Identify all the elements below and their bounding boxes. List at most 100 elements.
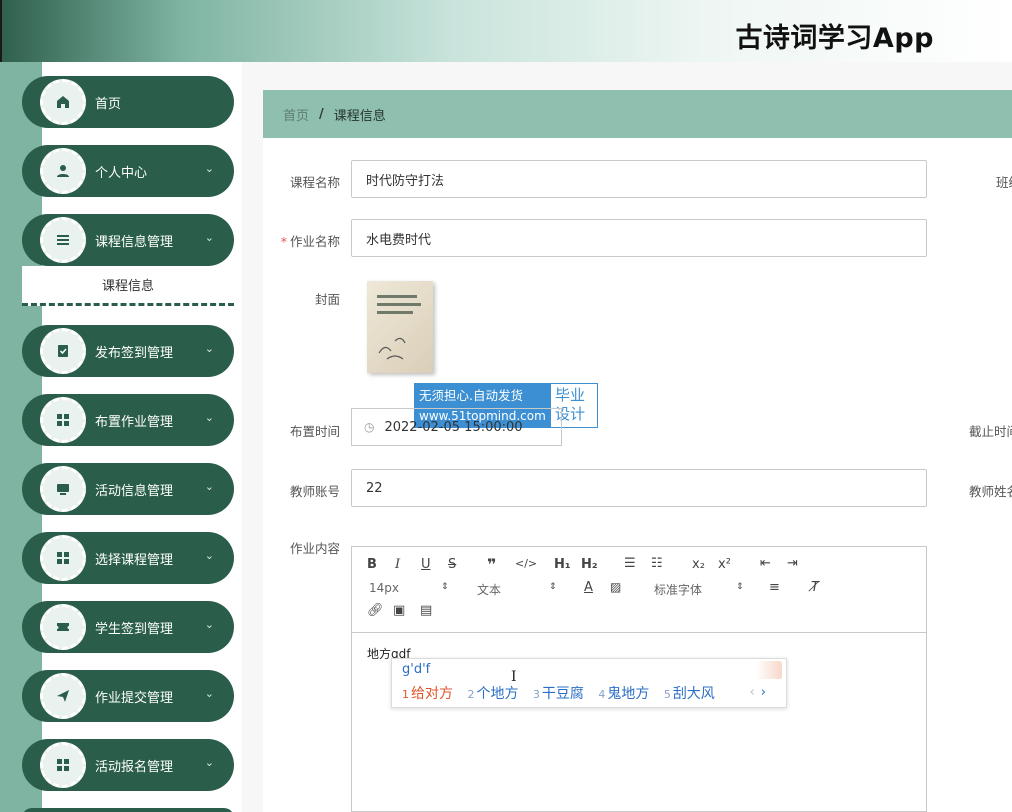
strikethrough-icon[interactable]: S — [448, 557, 456, 572]
bold-icon[interactable]: B — [367, 557, 377, 572]
teacher-account-field[interactable]: 22 — [351, 469, 927, 507]
breadcrumb: 首页 / 课程信息 — [263, 90, 1012, 138]
sidebar-item-home[interactable]: 首页 — [22, 76, 234, 128]
assign-time-label: 布置时间 — [289, 424, 340, 439]
cover-image[interactable] — [367, 281, 433, 373]
cover-illustration — [378, 337, 406, 360]
chevron-down-icon: ⌄ — [204, 618, 214, 631]
blockquote-icon[interactable]: ❞ — [487, 555, 496, 574]
align-icon[interactable]: ≡ — [769, 580, 780, 595]
chevron-down-icon: ⌄ — [204, 411, 214, 424]
sidebar-item-partial[interactable] — [22, 808, 234, 812]
homework-name-label: * 作业名称 — [280, 234, 340, 249]
cover-label: 封面 — [314, 292, 340, 307]
ticket-icon — [40, 604, 86, 650]
course-name-field[interactable]: 时代防守打法 — [351, 160, 927, 198]
class-label: 班级 — [996, 175, 1012, 190]
clipboard-check-icon — [40, 328, 86, 374]
send-icon — [40, 673, 86, 719]
font-size-select[interactable]: 14px ⇕ — [369, 581, 449, 595]
user-icon — [40, 148, 86, 194]
underline-icon[interactable]: U — [421, 557, 431, 572]
breadcrumb-home[interactable]: 首页 — [283, 105, 309, 124]
heading1-icon[interactable]: H₁ — [554, 557, 571, 572]
assign-time-picker[interactable]: ◷ 2022-02-05 15:00:00 — [351, 408, 562, 446]
homework-content-label: 作业内容 — [289, 541, 340, 556]
block-type-select[interactable]: 文本 ⇕ — [477, 581, 557, 598]
editor-toolbar: B I U S ❞ </> H₁ H₂ ☰ ☷ x₂ x² ⇤ ⇥ 14px ⇕… — [352, 547, 926, 633]
sidebar-item-activity-info[interactable]: 活动信息管理 ⌄ — [22, 463, 234, 515]
subscript-icon[interactable]: x₂ — [692, 557, 705, 572]
ime-logo-icon — [756, 661, 782, 679]
heading2-icon[interactable]: H₂ — [581, 557, 598, 572]
chevron-down-icon: ⌄ — [204, 480, 214, 493]
chevron-down-icon: ⌄ — [204, 549, 214, 562]
sidebar-item-personal-center[interactable]: 个人中心 ⌄ — [22, 145, 234, 197]
select-arrows-icon: ⇕ — [441, 582, 449, 592]
background-color-icon[interactable]: ▨ — [610, 580, 621, 594]
breadcrumb-current: 课程信息 — [333, 108, 386, 124]
sidebar-item-homework-assign[interactable]: 布置作业管理 ⌄ — [22, 394, 234, 446]
text-cursor-icon: I — [511, 669, 517, 685]
outdent-icon[interactable]: ⇤ — [760, 556, 771, 571]
sidebar-item-label: 学生签到管理 — [95, 622, 174, 637]
sidebar-item-homework-submit[interactable]: 作业提交管理 ⌄ — [22, 670, 234, 722]
teacher-name-label: 教师姓名 — [969, 484, 1012, 499]
sidebar-item-signin-publish[interactable]: 发布签到管理 ⌄ — [22, 325, 234, 377]
select-arrows-icon: ⇕ — [549, 582, 557, 592]
indent-icon[interactable]: ⇥ — [787, 556, 798, 571]
ime-candidate-window[interactable]: g'd'f 1 给对方 2 个地方 3 干豆腐 4 鬼地方 5 刮大风 ‹ › — [391, 658, 787, 708]
superscript-icon[interactable]: x² — [718, 557, 731, 572]
link-icon[interactable]: 🔗︎ — [367, 603, 384, 618]
block-type-value: 文本 — [477, 583, 502, 597]
italic-icon[interactable]: I — [395, 557, 400, 572]
clear-format-icon[interactable]: T̸ — [811, 580, 819, 595]
bullet-list-icon[interactable]: ☷ — [651, 556, 663, 571]
sidebar-item-label: 个人中心 — [95, 166, 148, 181]
ime-pinyin: g'd'f — [402, 662, 431, 677]
grid-icon — [40, 742, 86, 788]
monitor-icon — [40, 466, 86, 512]
sidebar-item-label: 发布签到管理 — [95, 346, 174, 361]
sidebar-item-label: 首页 — [95, 97, 122, 112]
ime-page-nav: ‹ › — [750, 685, 766, 700]
video-icon[interactable]: ▤ — [420, 603, 432, 618]
course-name-label: 课程名称 — [289, 175, 340, 190]
app-title: 古诗词学习App — [735, 23, 934, 54]
sidebar-item-course-select[interactable]: 选择课程管理 ⌄ — [22, 532, 234, 584]
ordered-list-icon[interactable]: ☰ — [624, 556, 636, 571]
homework-name-field[interactable]: 水电费时代 — [351, 219, 927, 257]
font-family-value: 标准字体 — [654, 583, 703, 597]
image-icon[interactable]: ▣ — [393, 603, 405, 618]
sidebar-item-course-info-manage[interactable]: 课程信息管理 ⌄ — [22, 214, 234, 266]
sidebar-item-label: 作业提交管理 — [95, 691, 174, 706]
ime-candidates: 1 给对方 2 个地方 3 干豆腐 4 鬼地方 5 刮大风 — [402, 683, 725, 703]
ime-candidate[interactable]: 4 鬼地方 — [598, 686, 649, 702]
sidebar-item-label: 布置作业管理 — [95, 415, 174, 430]
sidebar-item-label: 选择课程管理 — [95, 553, 174, 568]
font-size-value: 14px — [369, 581, 399, 595]
cover-title-line — [377, 303, 421, 306]
chevron-down-icon: ⌄ — [204, 342, 214, 355]
ime-candidate[interactable]: 2 个地方 — [467, 686, 518, 702]
font-family-select[interactable]: 标准字体 ⇕ — [654, 581, 746, 598]
font-color-icon[interactable]: A — [584, 580, 593, 595]
sidebar-item-activity-signup[interactable]: 活动报名管理 ⌄ — [22, 739, 234, 791]
chevron-down-icon: ⌄ — [204, 687, 214, 700]
watermark-right1: 毕业 — [555, 386, 586, 404]
sidebar-item-label: 课程信息管理 — [95, 235, 174, 250]
sidebar-item-student-signin[interactable]: 学生签到管理 ⌄ — [22, 601, 234, 653]
sidebar-item-label: 活动信息管理 — [95, 484, 174, 499]
ime-candidate[interactable]: 1 给对方 — [402, 686, 453, 702]
clock-icon: ◷ — [364, 420, 375, 434]
deadline-label: 截止时间 — [969, 424, 1012, 439]
code-block-icon[interactable]: </> — [515, 557, 537, 570]
sidebar-item-label: 活动报名管理 — [95, 760, 174, 775]
submenu-item-course-info[interactable]: 课程信息 — [22, 266, 234, 306]
ime-next-icon[interactable]: › — [761, 685, 766, 700]
ime-candidate[interactable]: 3 干豆腐 — [533, 686, 584, 702]
ime-candidate[interactable]: 5 刮大风 — [664, 686, 715, 702]
chevron-down-icon: ⌄ — [204, 756, 214, 769]
chevron-down-icon: ⌄ — [204, 162, 214, 175]
ime-prev-icon[interactable]: ‹ — [750, 685, 755, 700]
